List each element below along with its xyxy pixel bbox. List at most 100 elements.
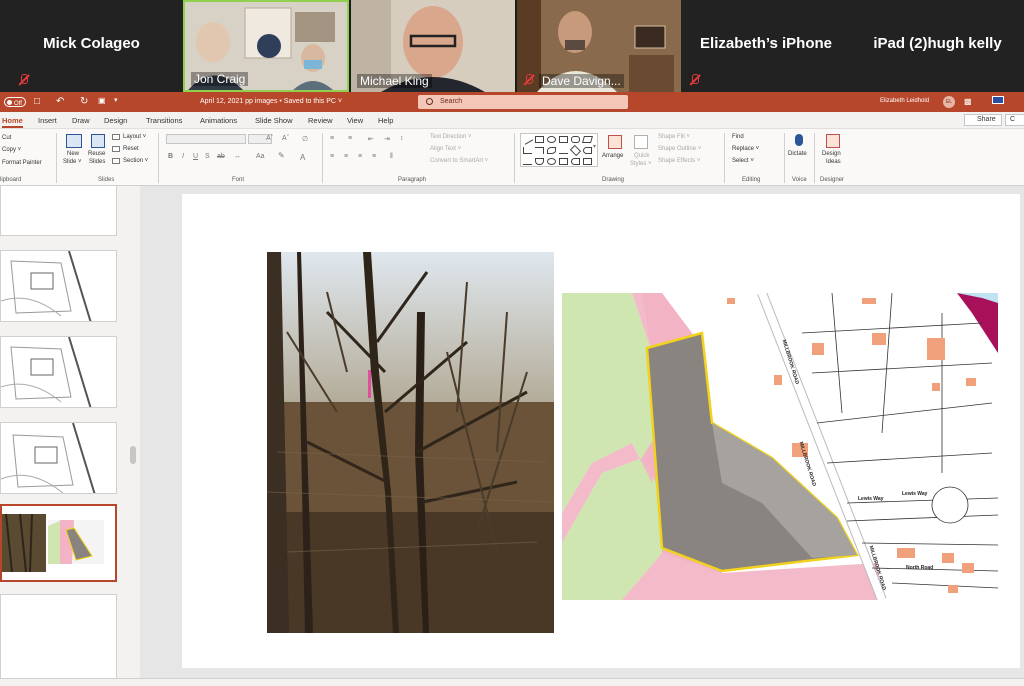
quick-styles-dropdown[interactable]: Styles ˅ [630,161,652,167]
change-case-icon[interactable]: Aa [256,153,265,160]
participant-tile-mick[interactable]: Mick Colageo [0,0,183,92]
line-shape-icon[interactable] [521,134,534,145]
convert-smartart-button[interactable]: Convert to SmartArt ˅ [430,158,488,164]
arrange-button[interactable]: Arrange [602,153,623,159]
comments-button[interactable]: C [1005,114,1024,126]
shape-outline-button[interactable]: Shape Outline ˅ [658,146,701,152]
italic-icon[interactable]: I [182,153,184,160]
tab-transitions[interactable]: Transitions [146,116,182,125]
strikethrough-icon[interactable]: ab [217,153,225,160]
decrease-indent-icon[interactable]: ⇤ [368,135,374,143]
line-spacing-icon[interactable]: ↕ [400,135,404,142]
align-left-icon[interactable]: ≡ [330,153,334,160]
circle-shape-icon[interactable] [547,158,556,165]
grow-font-icon[interactable]: Aˆ [266,135,273,142]
reset-button[interactable]: Reset [123,146,139,152]
shadow-icon[interactable]: S [205,153,210,160]
reuse-slides-button[interactable]: Reuse [88,151,105,157]
search-input[interactable]: Search [418,95,628,109]
justify-icon[interactable]: ≡ [372,153,376,160]
slide-thumbnail[interactable] [0,422,117,494]
brace-shape-icon[interactable] [583,147,592,154]
zoning-map[interactable]: MILLBROOK ROAD MILLBROOK ROAD Lewis Way … [562,293,998,600]
tab-slide-show[interactable]: Slide Show [255,116,293,125]
document-title[interactable]: April 12, 2021 pp images • Saved to this… [200,98,342,105]
triangle-shape-icon[interactable] [559,158,568,165]
participant-tile-elizabeth-iphone[interactable]: Elizabeth’s iPhone [681,0,851,92]
star-shape-icon[interactable] [583,158,592,165]
shapes-gallery[interactable] [520,133,598,167]
increase-indent-icon[interactable]: ⇥ [384,135,390,143]
clear-format-icon[interactable]: ∅ [302,135,308,143]
tab-home[interactable]: Home [2,116,23,128]
dictate-button[interactable]: Dictate [788,151,807,157]
participant-tile-ipad-hugh[interactable]: iPad (2)hugh kelly [851,0,1024,92]
shrink-font-icon[interactable]: Aˇ [282,135,289,142]
wave-shape-icon[interactable] [535,158,544,165]
shape-effects-button[interactable]: Shape Effects ˅ [658,158,700,164]
find-button[interactable]: Find [732,134,744,140]
align-text-button[interactable]: Align Text ˅ [430,146,461,152]
rectangle-shape-icon[interactable] [535,136,544,143]
save-icon[interactable]: □ [34,96,40,107]
underline-icon[interactable]: U [193,153,198,160]
text-direction-button[interactable]: Text Direction ˅ [430,134,472,140]
format-painter-button[interactable]: Format Painter [2,160,42,166]
select-button[interactable]: Select ˅ [732,158,754,164]
bracket-shape-icon[interactable] [571,158,580,165]
oval-shape-icon[interactable] [547,136,556,143]
rounded-rect-shape-icon[interactable] [571,136,580,143]
ribbon-display-icon[interactable]: ▩ [964,97,972,106]
redo-icon[interactable]: ↻ [80,96,88,107]
woods-photo[interactable] [267,252,554,633]
tab-animations[interactable]: Animations [200,116,237,125]
slide-thumbnail[interactable] [0,594,117,686]
new-slide-dropdown[interactable]: Slide ˅ [63,159,82,165]
align-center-icon[interactable]: ≡ [344,153,348,160]
customize-qat-icon[interactable]: ▾ [114,96,118,104]
slide-thumbnail[interactable] [0,250,117,322]
tab-draw[interactable]: Draw [72,116,90,125]
parallelogram-shape-icon[interactable] [582,136,593,143]
autosave-toggle[interactable]: Off [4,97,26,107]
font-family-select[interactable] [166,134,246,144]
avatar[interactable]: EL [943,96,955,108]
design-ideas-button[interactable]: Design [822,151,841,157]
layout-button[interactable]: Layout ˅ [123,134,146,140]
curve-shape-icon[interactable] [547,147,556,154]
shape-fill-button[interactable]: Shape Fill ˅ [658,134,690,140]
arrow-shape-icon[interactable] [559,147,568,154]
square-shape-icon[interactable] [559,136,568,143]
tab-view[interactable]: View [347,116,363,125]
font-color-icon[interactable]: A [300,153,305,162]
tab-help[interactable]: Help [378,116,393,125]
connector-shape-icon[interactable] [523,147,532,154]
participant-tile-dave[interactable]: Dave Davign... [517,0,681,92]
quick-styles-button[interactable]: Quick [634,153,649,159]
thumbnails-scrollbar[interactable] [130,446,136,464]
arrow2-shape-icon[interactable] [523,158,532,165]
highlight-icon[interactable]: ✎ [278,151,285,160]
cut-button[interactable]: Cut [2,135,11,141]
tab-design[interactable]: Design [104,116,127,125]
diamond-shape-icon[interactable] [569,144,582,157]
undo-icon[interactable]: ↶ [56,96,64,107]
elbow-shape-icon[interactable] [535,147,544,154]
share-button[interactable]: Share [964,114,1002,126]
slide-thumbnail[interactable] [0,336,117,408]
columns-icon[interactable]: ‖ [390,153,393,160]
new-slide-button[interactable]: New [67,151,79,157]
numbering-icon[interactable]: ≡ [348,135,352,142]
slide-thumbnail-selected[interactable] [0,504,117,582]
copy-button[interactable]: Copy ˅ [2,147,21,153]
char-spacing-icon[interactable]: ↔ [234,153,241,160]
replace-button[interactable]: Replace ˅ [732,146,759,152]
slide-thumbnail[interactable] [0,186,117,236]
bullets-icon[interactable]: ≡ [330,135,334,142]
tab-insert[interactable]: Insert [38,116,57,125]
participant-tile-jon[interactable]: Jon Craig [183,0,349,92]
bold-icon[interactable]: B [168,153,173,160]
gallery-expand-icon[interactable]: ▾ [593,143,596,150]
align-right-icon[interactable]: ≡ [358,153,362,160]
present-icon[interactable]: ▣ [98,96,106,105]
